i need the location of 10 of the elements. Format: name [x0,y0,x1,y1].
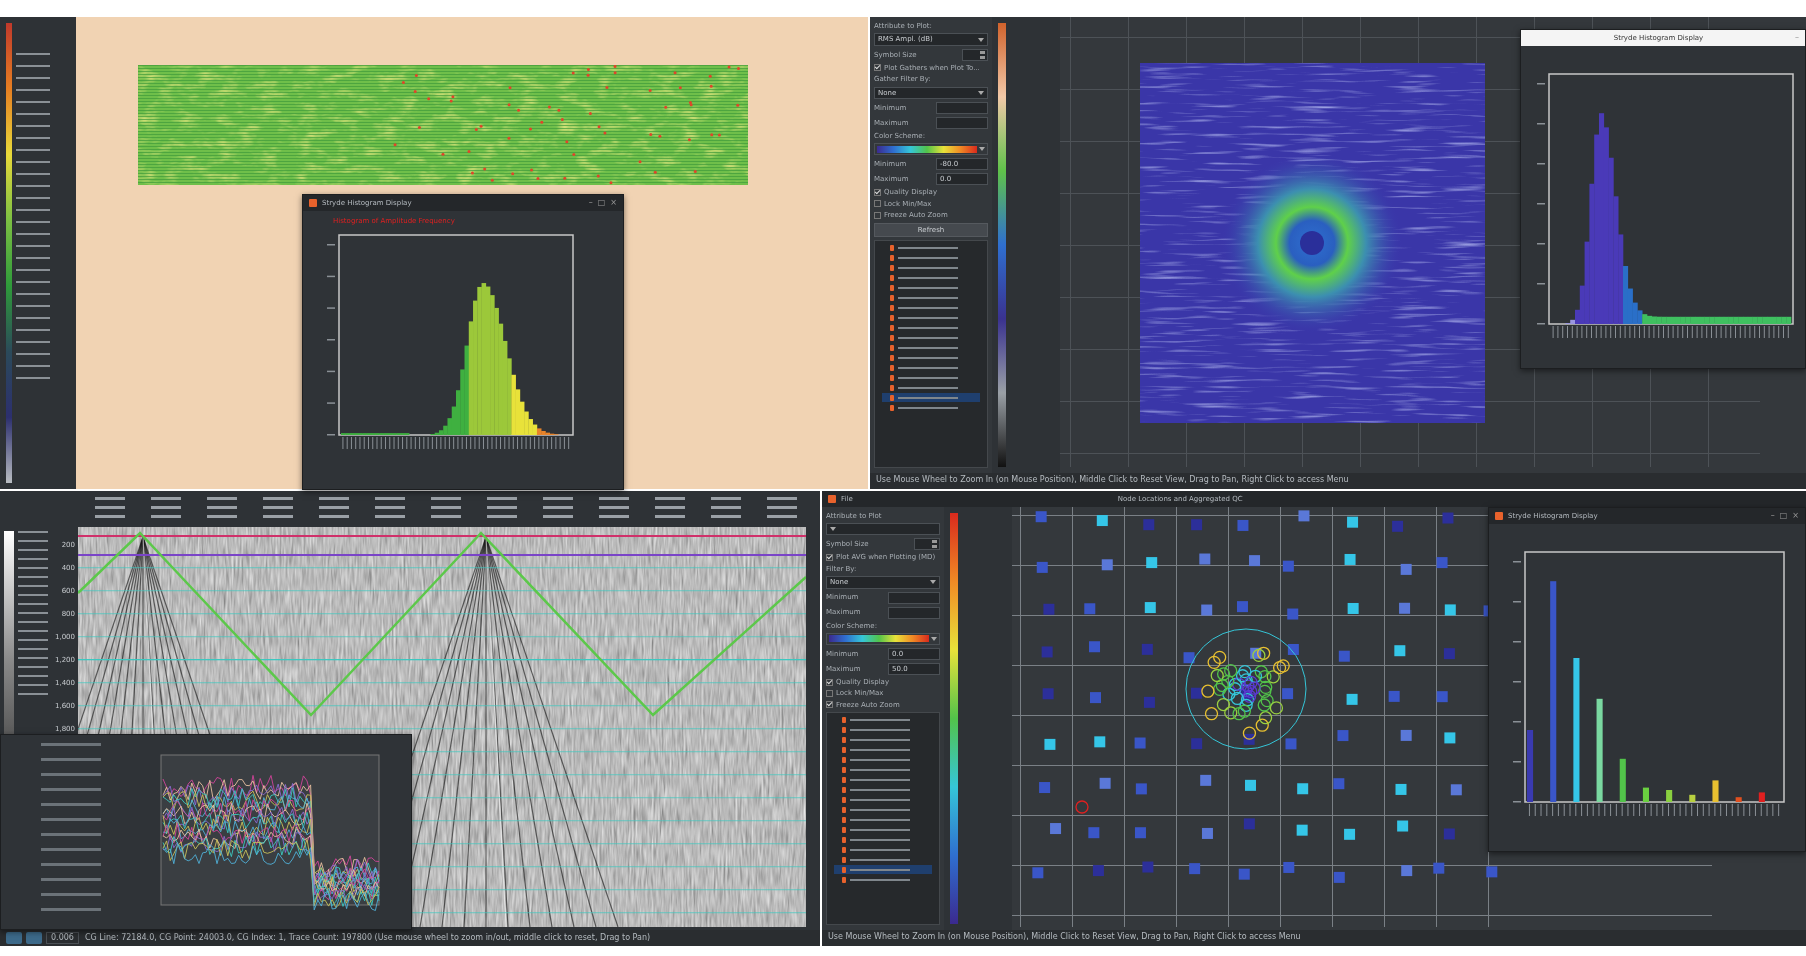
window-control[interactable]: × [610,198,617,208]
window-control[interactable]: – [588,198,593,208]
status-value: 0.006 [46,932,79,944]
status-text: Use Mouse Wheel to Zoom In (on Mouse Position), Middle Click to Reset View, Drag to Pan, Right Click to access Menu [822,930,1806,946]
window-control[interactable]: × [1792,511,1799,521]
window-control[interactable]: □ [1779,511,1788,521]
window-control[interactable]: □ [597,198,606,208]
status-text: CG Line: 72184.0, CG Point: 24003.0, CG Index: 1, Trace Count: 197800 (Use mouse wheel to zoom in/out, middle click to reset, Drag to Pan) [84,933,651,943]
status-text: Use Mouse Wheel to Zoom In (on Mouse Position), Middle Click to Reset View, Drag to Pan, Right Click to access Menu [870,473,1806,489]
window-control[interactable]: – [1770,511,1775,521]
